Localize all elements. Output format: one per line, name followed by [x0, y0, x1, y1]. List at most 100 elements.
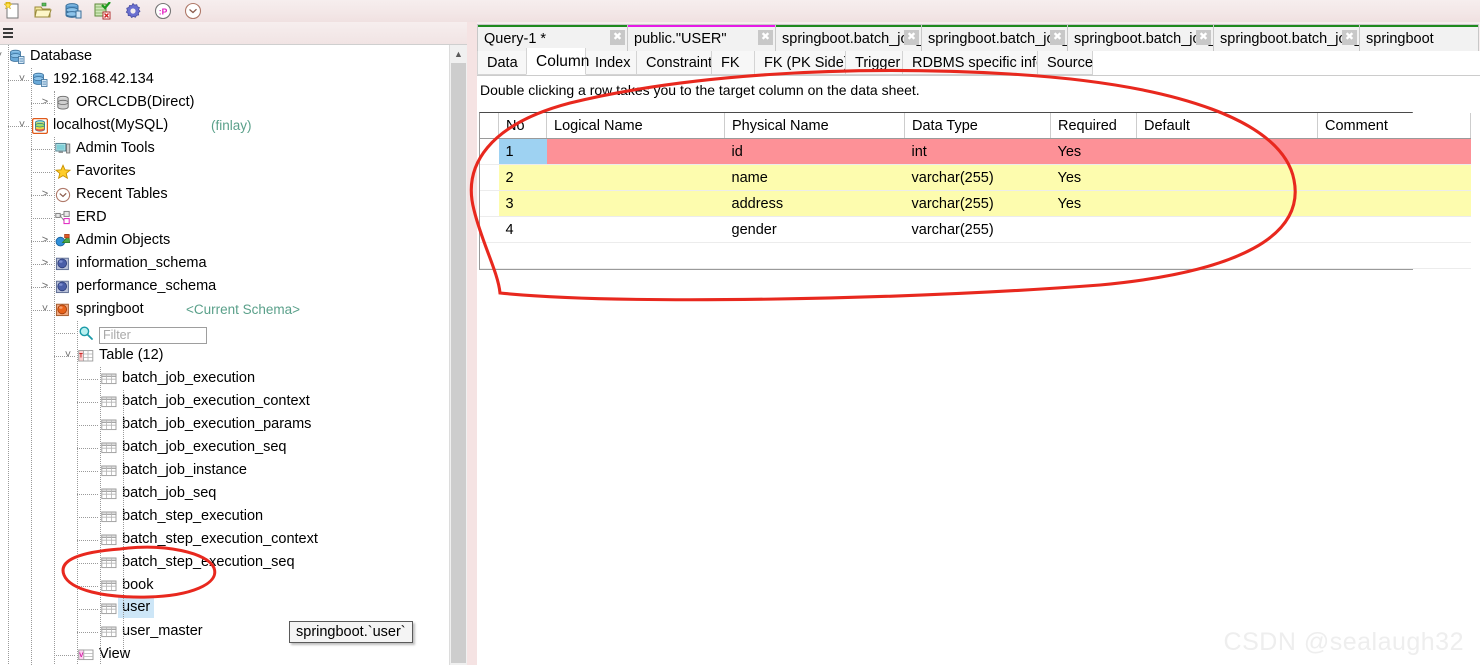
detail-tab[interactable]: FK (PK Side): [754, 51, 849, 75]
tree-node[interactable]: batch_job_seq: [0, 482, 449, 505]
grid-cell[interactable]: [546, 164, 725, 191]
grid-cell[interactable]: [1136, 164, 1318, 191]
scrollbar-thumb[interactable]: [451, 63, 466, 663]
tree-node[interactable]: batch_job_execution_params: [0, 413, 449, 436]
grid-cell[interactable]: [1317, 216, 1471, 243]
search-input[interactable]: [99, 326, 207, 344]
editor-tab[interactable]: springboot: [1359, 24, 1479, 51]
grid-cell[interactable]: 3: [498, 190, 547, 217]
tree-node[interactable]: ERD: [0, 206, 449, 229]
detail-tab[interactable]: Index: [585, 51, 637, 75]
grid-cell[interactable]: [1317, 190, 1471, 217]
editor-tab[interactable]: springboot.batch_job_ ✖: [1067, 24, 1215, 51]
tree-node[interactable]: ˅ springboot <Current Schema>: [0, 298, 449, 321]
grid-column-header[interactable]: Required: [1050, 113, 1137, 139]
grid-cell[interactable]: Yes: [1050, 138, 1137, 165]
detail-tab[interactable]: FK: [711, 51, 755, 75]
row-header-cell[interactable]: [480, 190, 499, 217]
row-header-cell[interactable]: [480, 216, 499, 243]
row-header-cell[interactable]: [480, 164, 499, 191]
grid-cell[interactable]: Yes: [1050, 164, 1137, 191]
table-row[interactable]: 1 id int Yes: [480, 138, 1471, 165]
close-icon[interactable]: ✖: [610, 30, 625, 45]
tree-node[interactable]: Admin Tools: [0, 137, 449, 160]
grid-cell[interactable]: Yes: [1050, 190, 1137, 217]
grid-cell[interactable]: [1050, 216, 1137, 243]
tree-node[interactable]: ˃ performance_schema: [0, 275, 449, 298]
grid-column-header[interactable]: Physical Name: [724, 113, 905, 139]
detail-tab[interactable]: Column: [526, 48, 589, 75]
grid-cell[interactable]: [1317, 138, 1471, 165]
gear-icon[interactable]: [123, 1, 143, 21]
tree-node[interactable]: batch_job_instance: [0, 459, 449, 482]
scroll-up-arrow-icon[interactable]: ▲: [450, 45, 467, 62]
grid-cell[interactable]: varchar(255): [904, 164, 1051, 191]
tree-node[interactable]: batch_step_execution: [0, 505, 449, 528]
history-clock-icon[interactable]: [183, 1, 203, 21]
grid-cell[interactable]: name: [724, 164, 905, 191]
tree-node[interactable]: ˃ information_schema: [0, 252, 449, 275]
execute-sql-icon[interactable]: [93, 1, 113, 21]
panel-grip-icon[interactable]: [3, 28, 13, 38]
grid-cell[interactable]: int: [904, 138, 1051, 165]
tree-node[interactable]: ˅ localhost(MySQL) (finlay): [0, 114, 449, 137]
close-icon[interactable]: ✖: [1196, 30, 1211, 45]
tree-node[interactable]: V View: [0, 643, 449, 665]
grid-cell[interactable]: [1136, 138, 1318, 165]
grid-cell[interactable]: [546, 190, 725, 217]
open-folder-icon[interactable]: [33, 1, 53, 21]
close-icon[interactable]: ✖: [1050, 30, 1065, 45]
detail-tab[interactable]: Constraint: [636, 51, 712, 75]
editor-tab[interactable]: springboot.batch_job_ ✖: [775, 24, 923, 51]
grid-cell[interactable]: 4: [498, 216, 547, 243]
tree-node[interactable]: book: [0, 574, 449, 597]
grid-cell[interactable]: [546, 216, 725, 243]
grid-cell[interactable]: 2: [498, 164, 547, 191]
new-file-icon[interactable]: [3, 1, 23, 21]
grid-cell[interactable]: [1136, 216, 1318, 243]
editor-tab[interactable]: Query-1 * ✖: [477, 24, 629, 51]
grid-column-header[interactable]: Data Type: [904, 113, 1051, 139]
editor-tab[interactable]: springboot.batch_job_ ✖: [1213, 24, 1361, 51]
grid-cell[interactable]: [546, 138, 725, 165]
row-header-cell[interactable]: [480, 138, 499, 165]
tree-node[interactable]: batch_job_execution: [0, 367, 449, 390]
grid-cell[interactable]: id: [724, 138, 905, 165]
panel-splitter[interactable]: [467, 22, 477, 665]
grid-cell[interactable]: gender: [724, 216, 905, 243]
editor-tab[interactable]: springboot.batch_job_ ✖: [921, 24, 1069, 51]
paste-sql-icon[interactable]: :P: [153, 1, 173, 21]
detail-tab[interactable]: Trigger: [845, 51, 903, 75]
tree-node[interactable]: ˅ 192.168.42.134: [0, 68, 449, 91]
explorer-vertical-scrollbar[interactable]: ▲: [449, 45, 467, 665]
close-icon[interactable]: ✖: [1342, 30, 1357, 45]
detail-tab[interactable]: Data: [477, 51, 527, 75]
table-row[interactable]: 4 gender varchar(255): [480, 216, 1471, 243]
chevron-down-icon[interactable]: ˅: [0, 45, 6, 68]
grid-column-header[interactable]: Comment: [1317, 113, 1471, 139]
tree-node[interactable]: ˃ ORCLCDB(Direct): [0, 91, 449, 114]
grid-cell[interactable]: [1317, 164, 1471, 191]
tree-node[interactable]: batch_step_execution_seq: [0, 551, 449, 574]
detail-tab[interactable]: RDBMS specific info: [902, 51, 1044, 75]
database-icon[interactable]: [63, 1, 83, 21]
grid-cell[interactable]: varchar(255): [904, 190, 1051, 217]
grid-cell[interactable]: 1: [498, 138, 547, 165]
tree-node[interactable]: user: [0, 597, 449, 620]
tree-node[interactable]: batch_job_execution_seq: [0, 436, 449, 459]
grid-column-header[interactable]: No: [498, 113, 547, 139]
close-icon[interactable]: ✖: [758, 30, 773, 45]
tree-node[interactable]: ˅ Database: [0, 45, 449, 68]
table-row[interactable]: 2 name varchar(255) Yes: [480, 164, 1471, 191]
detail-tab[interactable]: Source: [1037, 51, 1093, 75]
tree-node[interactable]: batch_step_execution_context: [0, 528, 449, 551]
database-tree[interactable]: ˅ Database ˅192.168.42.134˃ORCLCDB(Direct)…: [0, 45, 449, 665]
grid-cell[interactable]: varchar(255): [904, 216, 1051, 243]
tree-node[interactable]: ˃ Admin Objects: [0, 229, 449, 252]
close-icon[interactable]: ✖: [904, 30, 919, 45]
table-row[interactable]: 3 address varchar(255) Yes: [480, 190, 1471, 217]
column-definition-grid[interactable]: No Logical Name Physical Name Data Type Requ…: [479, 112, 1471, 270]
editor-tab[interactable]: public."USER" ✖: [627, 24, 777, 51]
grid-cell[interactable]: address: [724, 190, 905, 217]
grid-cell[interactable]: [1136, 190, 1318, 217]
